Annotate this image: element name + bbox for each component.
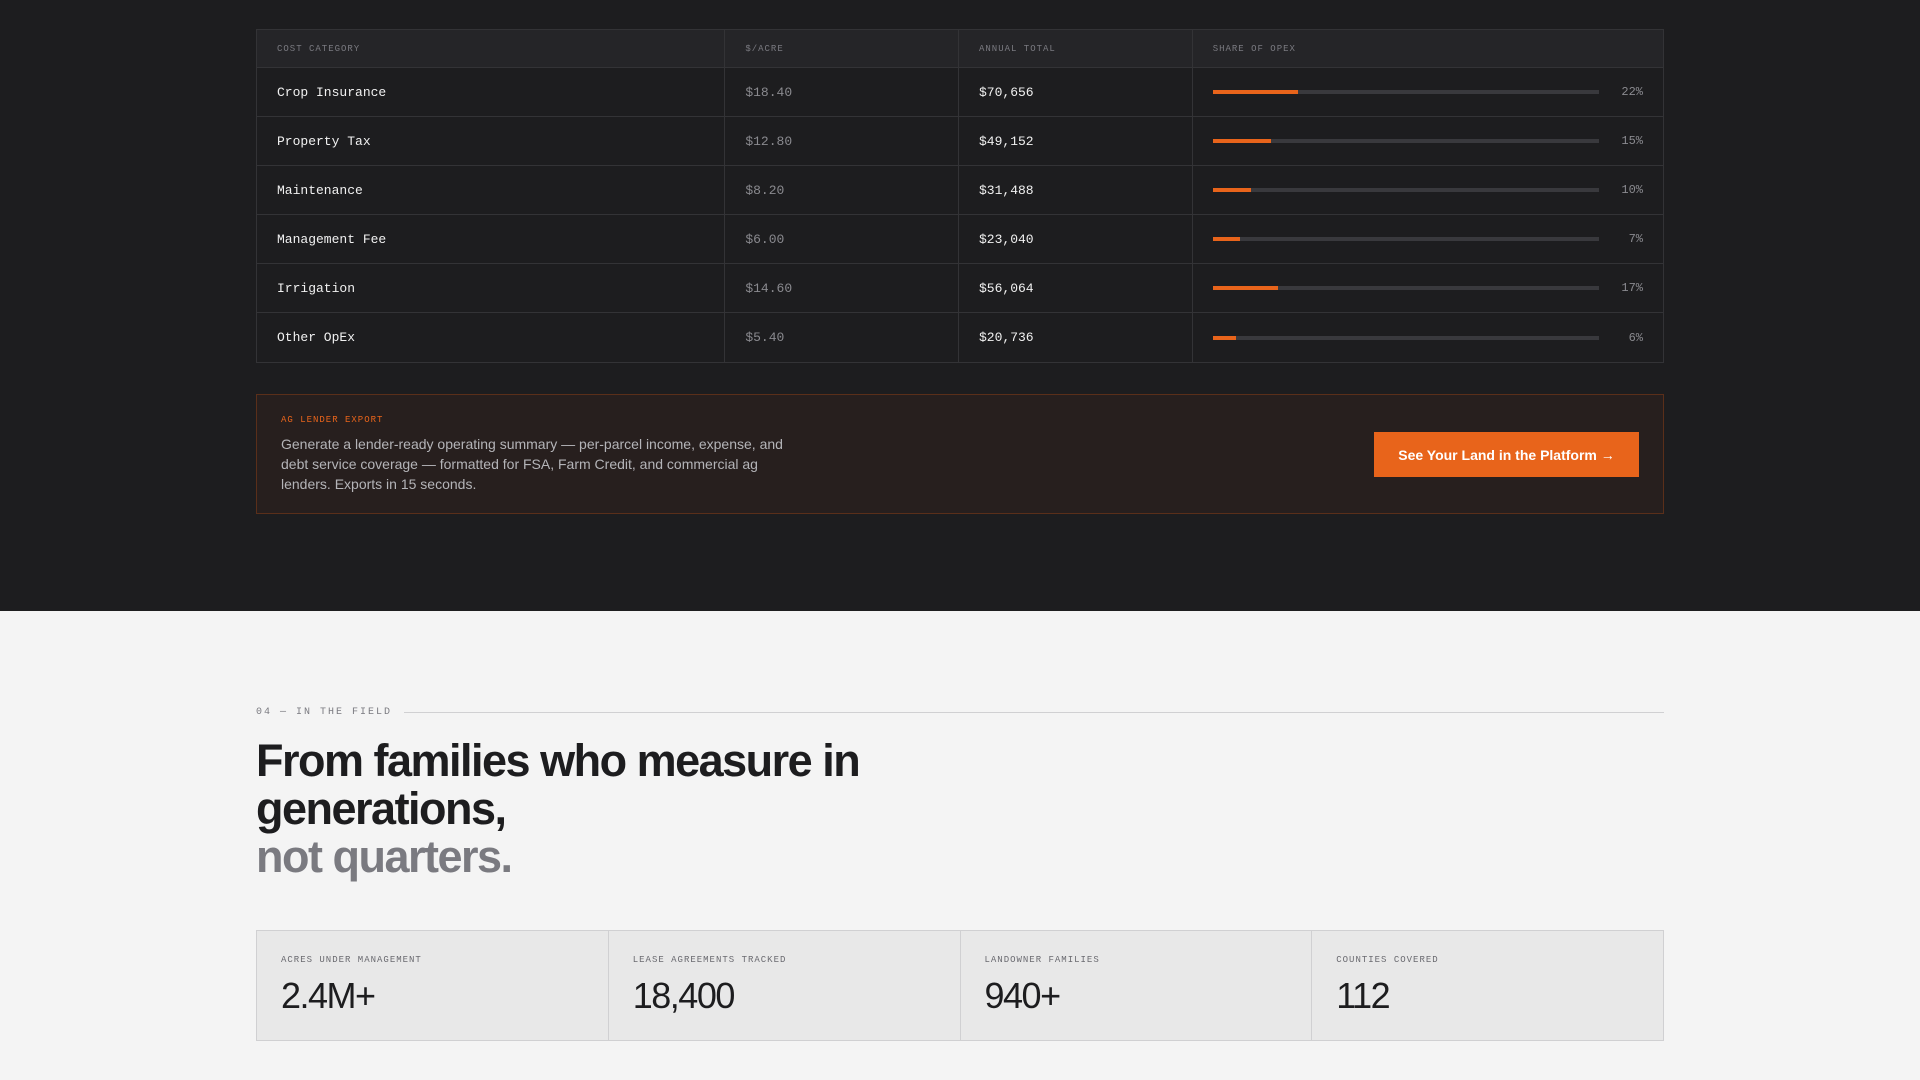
headline-main: From families who measure in generations…	[256, 735, 861, 834]
cell-per-acre: $14.60	[725, 264, 959, 312]
cell-annual-total: $56,064	[959, 264, 1193, 312]
cell-annual-total: $23,040	[959, 215, 1193, 263]
share-percent: 6%	[1628, 330, 1643, 345]
share-bar: 15%	[1212, 134, 1643, 148]
stat-acres: ACRES UNDER MANAGEMENT 2.4M+	[257, 931, 609, 1040]
table-row: Property Tax $12.80 $49,152 15%	[257, 117, 1663, 166]
cell-per-acre: $18.40	[725, 68, 959, 116]
share-bar-track	[1212, 335, 1599, 340]
share-bar-fill	[1212, 237, 1240, 241]
column-header-annual-total: ANNUAL TOTAL	[959, 30, 1193, 67]
cell-share: 10%	[1193, 166, 1663, 214]
share-percent: 10%	[1621, 183, 1643, 197]
stat-counties: COUNTIES COVERED 112	[1312, 931, 1663, 1040]
headline-muted: not quarters.	[256, 831, 513, 882]
column-header-share: SHARE OF OPEX	[1212, 43, 1296, 54]
cell-annual-total: $70,656	[959, 68, 1193, 116]
table-row: Management Fee $6.00 $23,040 7%	[257, 215, 1663, 264]
cell-share: 6%	[1193, 313, 1663, 362]
share-bar-track	[1212, 237, 1599, 241]
cost-table: COST CATEGORY $/ACRE ANNUAL TOTAL SHARE …	[256, 29, 1664, 363]
stat-families: LANDOWNER FAMILIES 940+	[961, 931, 1313, 1040]
share-bar: 6%	[1212, 330, 1643, 345]
stat-label: ACRES UNDER MANAGEMENT	[281, 955, 422, 965]
cell-per-acre: $5.40	[725, 313, 959, 362]
share-bar-fill	[1212, 90, 1298, 94]
share-bar-track	[1212, 188, 1599, 192]
share-percent: 15%	[1621, 134, 1643, 148]
stat-value: 940+	[984, 975, 1062, 1016]
share-percent: 22%	[1621, 85, 1643, 99]
share-bar-fill	[1212, 188, 1252, 192]
cell-category: Crop Insurance	[257, 68, 726, 116]
see-platform-button[interactable]: See Your Land in the Platform →	[1374, 432, 1639, 477]
cell-annual-total: $49,152	[959, 117, 1193, 165]
cell-category: Maintenance	[257, 166, 726, 214]
column-header-per-acre: $/ACRE	[725, 30, 959, 67]
cell-share: 7%	[1193, 215, 1663, 263]
share-bar-track	[1212, 139, 1599, 143]
table-row: Other OpEx $5.40 $20,736 6%	[257, 313, 1663, 362]
export-tag: AG LENDER EXPORT	[281, 415, 384, 425]
stat-value: 112	[1336, 975, 1390, 1016]
share-bar: 7%	[1212, 232, 1643, 246]
share-bar-fill	[1212, 139, 1271, 143]
export-description: Generate a lender-ready operating summar…	[281, 436, 783, 492]
cell-category: Irrigation	[257, 264, 726, 312]
table-row: Crop Insurance $18.40 $70,656 22%	[257, 68, 1663, 117]
stat-value: 18,400	[632, 975, 736, 1016]
cell-category: Property Tax	[257, 117, 726, 165]
cell-per-acre: $12.80	[725, 117, 959, 165]
stat-label: LEASE AGREEMENTS TRACKED	[632, 955, 787, 965]
cell-category: Management Fee	[257, 215, 726, 263]
share-percent: 7%	[1628, 232, 1643, 246]
table-row: Maintenance $8.20 $31,488 10%	[257, 166, 1663, 215]
section-headline: From families who measure in generations…	[256, 737, 956, 881]
column-header-category: COST CATEGORY	[257, 30, 726, 67]
share-bar: 22%	[1212, 85, 1643, 99]
cell-annual-total: $20,736	[959, 313, 1193, 362]
section-eyebrow: 04 — IN THE FIELD	[256, 707, 1664, 718]
share-bar: 10%	[1212, 183, 1643, 197]
table-row: Irrigation $14.60 $56,064 17%	[257, 264, 1663, 313]
share-bar: 17%	[1212, 281, 1643, 295]
stat-leases: LEASE AGREEMENTS TRACKED 18,400	[609, 931, 961, 1040]
eyebrow-divider	[404, 712, 1664, 713]
cell-per-acre: $6.00	[725, 215, 959, 263]
cell-share: 17%	[1193, 264, 1663, 312]
lender-export-callout: AG LENDER EXPORT Generate a lender-ready…	[256, 394, 1664, 514]
eyebrow-label: 04 — IN THE FIELD	[256, 707, 393, 718]
stats-bar: ACRES UNDER MANAGEMENT 2.4M+ LEASE AGREE…	[256, 930, 1664, 1041]
cell-per-acre: $8.20	[725, 166, 959, 214]
stat-value: 2.4M+	[281, 975, 376, 1016]
cell-category: Other OpEx	[257, 313, 726, 362]
share-percent: 17%	[1621, 281, 1643, 295]
cell-share: 15%	[1193, 117, 1663, 165]
stat-label: LANDOWNER FAMILIES	[984, 955, 1100, 965]
cell-share: 22%	[1193, 68, 1663, 116]
stat-label: COUNTIES COVERED	[1336, 955, 1439, 965]
share-bar-fill	[1212, 286, 1279, 290]
share-bar-fill	[1212, 335, 1236, 340]
cell-annual-total: $31,488	[959, 166, 1193, 214]
share-bar-track	[1212, 90, 1599, 94]
table-header-row: COST CATEGORY $/ACRE ANNUAL TOTAL SHARE …	[257, 30, 1663, 68]
share-bar-track	[1212, 286, 1599, 290]
